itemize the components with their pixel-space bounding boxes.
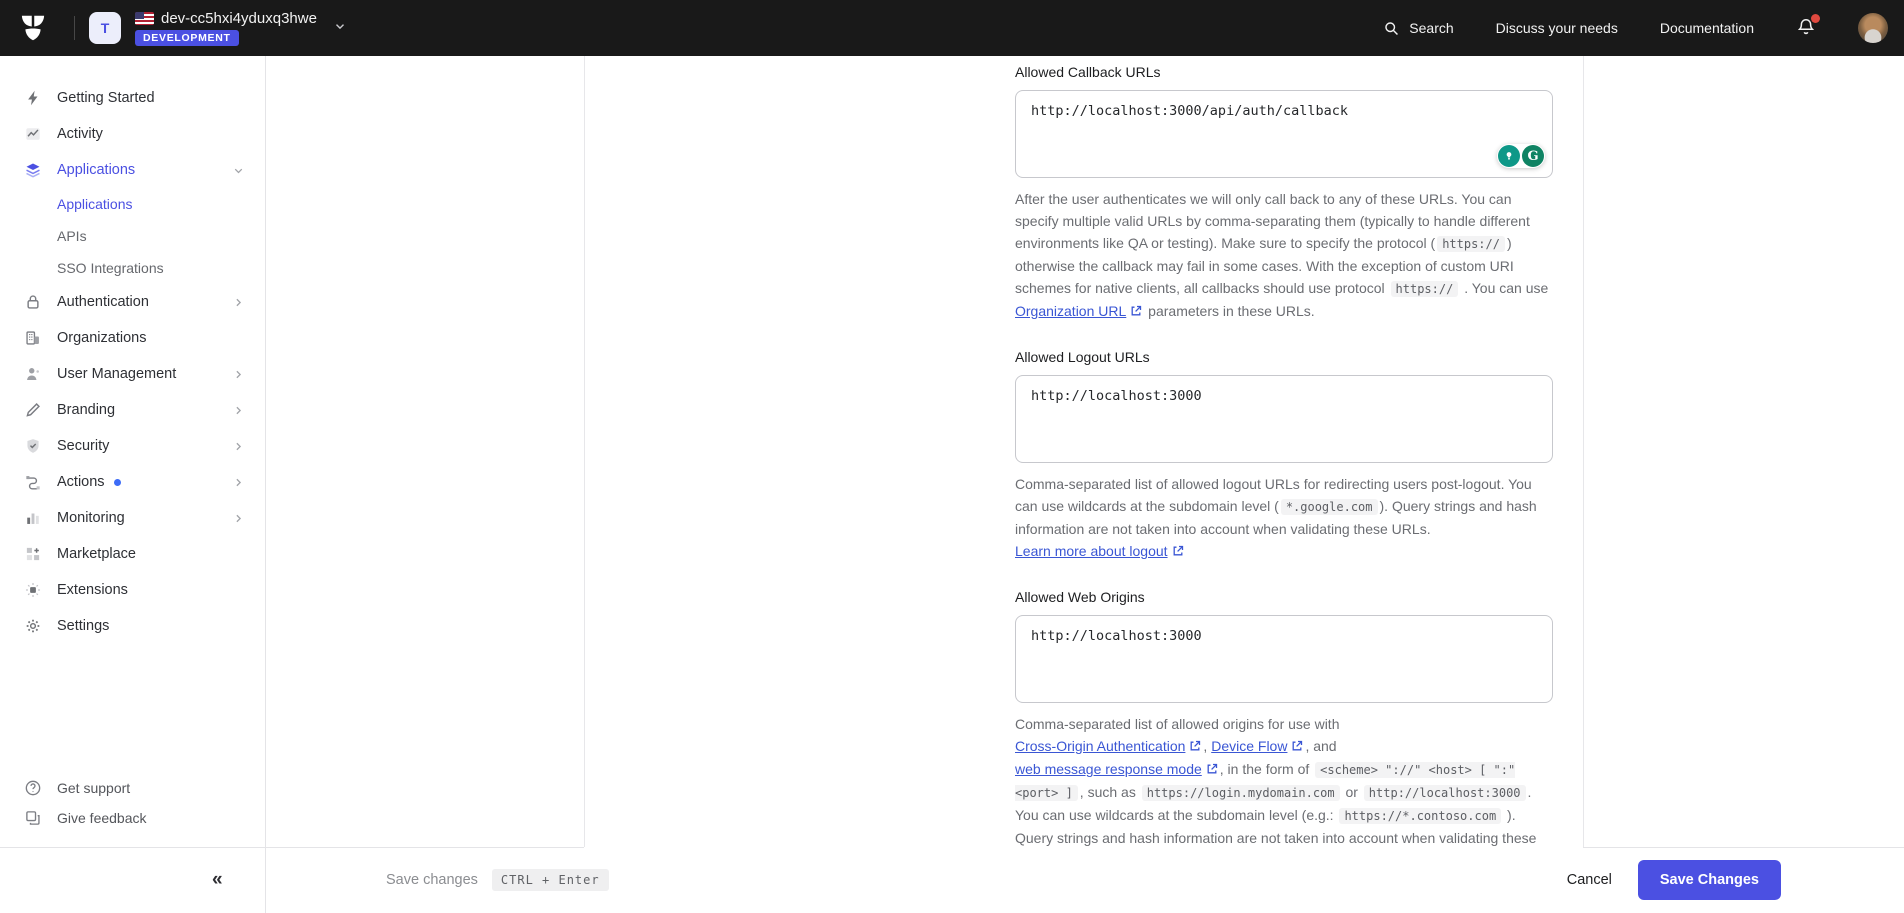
chevron-down-icon	[333, 19, 347, 38]
chevron-right-icon	[232, 512, 245, 525]
logout-urls-input[interactable]: http://localhost:3000	[1015, 375, 1553, 463]
chevron-right-icon	[232, 368, 245, 381]
get-support-link[interactable]: Get support	[0, 773, 265, 803]
sidebar-border	[265, 56, 266, 913]
help-link[interactable]: Device Flow	[1211, 738, 1287, 754]
sidebar-item-settings[interactable]: Settings	[0, 608, 265, 644]
panel-right-border	[1583, 56, 1584, 847]
external-link-icon	[1172, 541, 1184, 563]
lock-icon	[24, 293, 42, 311]
top-bar: T dev-cc5hxi4yduxq3hwe DEVELOPMENT Searc…	[0, 0, 1904, 56]
callback-urls-help: After the user authenticates we will onl…	[1015, 188, 1553, 323]
save-hint-label: Save changes	[386, 872, 478, 888]
logout-urls-help: Comma-separated list of allowed logout U…	[1015, 473, 1553, 563]
keyboard-shortcut-badge: CTRL + Enter	[491, 869, 609, 891]
footer-action-bar: « Save changes CTRL + Enter Cancel Save …	[0, 847, 1904, 913]
sidebar-item-extensions[interactable]: Extensions	[0, 572, 265, 608]
flow-icon	[24, 473, 42, 491]
external-link-icon	[1130, 301, 1142, 323]
sidebar-item-getting-started[interactable]: Getting Started	[0, 80, 265, 116]
paintbrush-icon	[24, 401, 42, 419]
bar-chart-icon	[24, 509, 42, 527]
help-link[interactable]: Learn more about logout	[1015, 543, 1168, 559]
user-icon	[24, 365, 42, 383]
layers-icon	[24, 161, 42, 179]
save-changes-button[interactable]: Save Changes	[1637, 860, 1781, 900]
auth0-dashboard: T dev-cc5hxi4yduxq3hwe DEVELOPMENT Searc…	[0, 0, 1904, 913]
us-flag-icon	[135, 12, 154, 25]
help-link[interactable]: Organization URL	[1015, 303, 1126, 319]
external-link-icon	[1189, 736, 1201, 758]
web-origins-input[interactable]: http://localhost:3000	[1015, 615, 1553, 703]
help-link[interactable]: Cross-Origin Authentication	[1015, 738, 1185, 754]
chevron-right-icon	[232, 440, 245, 453]
give-feedback-link[interactable]: Give feedback	[0, 803, 265, 833]
chevron-up-icon	[232, 164, 245, 177]
user-avatar[interactable]	[1858, 13, 1888, 43]
notifications-button[interactable]	[1796, 13, 1820, 40]
sidebar-item-branding[interactable]: Branding	[0, 392, 265, 428]
building-icon	[24, 329, 42, 347]
grid-plus-icon	[24, 545, 42, 563]
callback-urls-input[interactable]: http://localhost:3000/api/auth/callback	[1015, 90, 1553, 178]
grammarly-suggestion-icon[interactable]	[1498, 145, 1520, 167]
lightning-icon	[24, 89, 42, 107]
chevron-right-icon	[232, 476, 245, 489]
search-label: Search	[1409, 20, 1454, 36]
sidebar-item-authentication[interactable]: Authentication	[0, 284, 265, 320]
sidebar-subitem-applications[interactable]: Applications	[0, 188, 265, 220]
sidebar-item-monitoring[interactable]: Monitoring	[0, 500, 265, 536]
sidebar-item-user-management[interactable]: User Management	[0, 356, 265, 392]
logout-urls-section: Allowed Logout URLs http://localhost:300…	[1015, 347, 1553, 563]
search-icon	[1385, 21, 1399, 35]
auth0-logo-icon	[21, 15, 45, 41]
documentation-link[interactable]: Documentation	[1660, 20, 1754, 36]
grammarly-icon[interactable]: G	[1522, 145, 1544, 167]
chevron-right-icon	[232, 404, 245, 417]
sidebar-item-activity[interactable]: Activity	[0, 116, 265, 152]
sidebar-item-applications[interactable]: Applications	[0, 152, 265, 188]
extensions-icon	[24, 581, 42, 599]
sidebar-item-marketplace[interactable]: Marketplace	[0, 536, 265, 572]
topbar-divider	[74, 16, 75, 40]
external-link-icon	[1291, 736, 1303, 758]
feedback-chat-icon	[24, 809, 42, 827]
logout-urls-label: Allowed Logout URLs	[1015, 349, 1150, 365]
tenant-switcher[interactable]: T dev-cc5hxi4yduxq3hwe DEVELOPMENT	[89, 10, 347, 46]
tenant-avatar: T	[89, 12, 121, 44]
sidebar-subitem-sso-integrations[interactable]: SSO Integrations	[0, 252, 265, 284]
actions-notification-dot	[113, 478, 121, 486]
discuss-needs-link[interactable]: Discuss your needs	[1496, 20, 1618, 36]
cancel-button[interactable]: Cancel	[1567, 872, 1612, 888]
panel-left-border	[584, 56, 585, 847]
web-origins-section: Allowed Web Origins http://localhost:300…	[1015, 587, 1553, 871]
sidebar-item-security[interactable]: Security	[0, 428, 265, 464]
grammarly-widget[interactable]: G	[1497, 144, 1545, 168]
sidebar-item-organizations[interactable]: Organizations	[0, 320, 265, 356]
help-link[interactable]: web message response mode	[1015, 761, 1202, 777]
environment-badge: DEVELOPMENT	[135, 30, 239, 46]
notification-dot	[1811, 13, 1820, 23]
collapse-sidebar-button[interactable]: «	[212, 868, 223, 892]
search-button[interactable]: Search	[1383, 20, 1454, 37]
sidebar: Getting Started Activity Applications Ap…	[0, 56, 265, 847]
gear-icon	[24, 617, 42, 635]
callback-urls-section: Allowed Callback URLs http://localhost:3…	[1015, 62, 1553, 323]
application-uris-form: Allowed Callback URLs http://localhost:3…	[1015, 56, 1553, 871]
callback-urls-label: Allowed Callback URLs	[1015, 64, 1161, 80]
external-link-icon	[1206, 759, 1218, 781]
web-origins-label: Allowed Web Origins	[1015, 589, 1145, 605]
sidebar-subitem-apis[interactable]: APIs	[0, 220, 265, 252]
shield-check-icon	[24, 437, 42, 455]
sidebar-item-actions[interactable]: Actions	[0, 464, 265, 500]
help-circle-icon	[24, 779, 42, 797]
tenant-name: dev-cc5hxi4yduxq3hwe	[161, 10, 317, 27]
chevron-right-icon	[232, 296, 245, 309]
activity-chart-icon	[24, 125, 42, 143]
